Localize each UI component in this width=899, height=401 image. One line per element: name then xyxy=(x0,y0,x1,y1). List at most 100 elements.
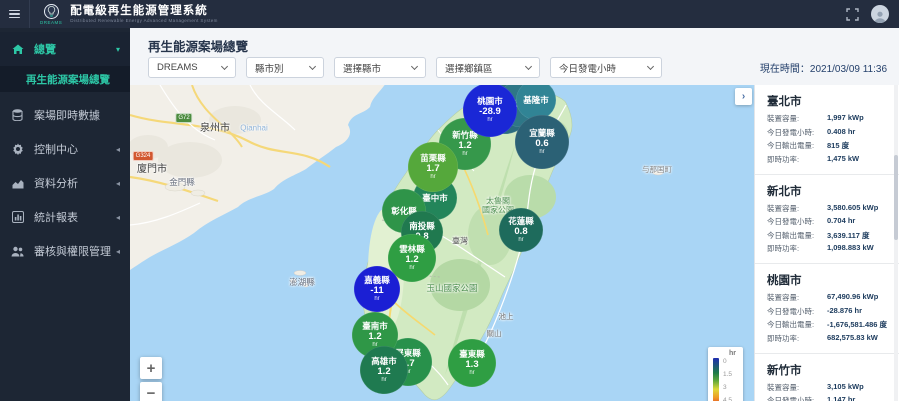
bubble-value: 1.2 xyxy=(377,366,390,377)
bubble-unit: hr xyxy=(469,370,474,377)
bubble-value: 1.3 xyxy=(465,359,478,370)
menu-toggle-icon[interactable] xyxy=(0,0,30,28)
stat-row-capacity: 裝置容量: 1,997 kWp xyxy=(767,113,885,124)
bubble-county-name: 嘉義縣 xyxy=(364,275,390,285)
chevron-down-icon xyxy=(221,62,228,69)
stat-row-capacity: 裝置容量: 3,580.605 kWp xyxy=(767,203,885,214)
lightbulb-logo-icon xyxy=(44,4,59,19)
county-bubble[interactable]: 宜蘭縣 0.6 hr xyxy=(515,115,569,169)
bubble-unit: hr xyxy=(518,237,523,244)
panel-scrollbar-thumb[interactable] xyxy=(894,155,898,240)
panel-scrollbar[interactable] xyxy=(894,85,898,401)
page-title: 再生能源案場總覽 xyxy=(148,36,248,55)
user-avatar[interactable] xyxy=(871,5,889,23)
city-name: 新北市 xyxy=(767,183,885,199)
sidebar-item-audit-permissions[interactable]: 審核與權限管理 ◂ xyxy=(0,234,130,268)
filter-dropdown-value: DREAMS xyxy=(157,62,198,73)
filter-bar: DREAMS 縣市別 選擇縣市 選擇鄉鎮區 今日發電小時 xyxy=(148,57,662,78)
bubble-county-name: 基隆市 xyxy=(523,95,549,105)
bubble-county-name: 臺東縣 xyxy=(459,349,485,359)
city-stats-card[interactable]: 桃園市 裝置容量: 67,490.96 kWp 今日發電小時: -28.876 … xyxy=(755,264,899,354)
top-header: DREAMS 配電級再生能源管理系統 Distributed Renewable… xyxy=(0,0,899,28)
filter-dropdown[interactable]: 今日發電小時 xyxy=(550,57,662,78)
legend-title: hr xyxy=(713,350,739,357)
chevron-down-icon xyxy=(309,62,316,69)
area-chart-icon xyxy=(10,178,25,189)
bubble-value: 1.2 xyxy=(405,254,418,265)
panel-collapse-button[interactable]: › xyxy=(735,88,752,105)
sidebar-item-label: 審核與權限管理 xyxy=(34,243,116,259)
county-bubble[interactable]: 高雄市 1.2 hr xyxy=(360,346,408,394)
bubble-value: 1.2 xyxy=(368,331,381,342)
sidebar-item-overview[interactable]: 總覽 ▾ xyxy=(0,32,130,66)
county-bubble[interactable]: 臺東縣 1.3 hr xyxy=(448,339,496,387)
database-icon xyxy=(10,109,25,121)
filter-dropdown[interactable]: 選擇縣市 xyxy=(334,57,426,78)
stat-row-output-energy: 今日輸出電量: 3,639.117 度 xyxy=(767,230,885,241)
bar-chart-icon xyxy=(10,211,25,223)
filter-dropdown[interactable]: 選擇鄉鎮區 xyxy=(436,57,540,78)
app-subtitle: Distributed Renewable Energy Advanced Ma… xyxy=(70,18,218,23)
city-card-list: 臺北市 裝置容量: 1,997 kWp 今日發電小時: 0.408 hr 今日輸… xyxy=(755,85,899,401)
chevron-down-icon xyxy=(411,62,418,69)
stat-row-realtime-power: 即時功率: 1,098.883 kW xyxy=(767,243,885,254)
users-icon xyxy=(10,246,25,257)
map-zoom-in-button[interactable]: + xyxy=(140,357,162,379)
sidebar-item-label: 統計報表 xyxy=(34,209,116,225)
sidebar-item-control-center[interactable]: 控制中心 ◂ xyxy=(0,132,130,166)
road-number-badge: G324 xyxy=(133,151,154,161)
road-number-badge: G72 xyxy=(175,113,192,123)
app-logo: DREAMS xyxy=(40,4,62,25)
city-name: 桃園市 xyxy=(767,272,885,288)
legend-gradient-bar xyxy=(713,358,719,401)
gear-icon xyxy=(10,143,25,155)
city-name: 新竹市 xyxy=(767,362,885,378)
stat-row-realtime-power: 即時功率: 1,475 kW xyxy=(767,154,885,165)
county-bubble[interactable]: 桃園市 -28.9 hr xyxy=(463,85,517,137)
filter-dropdown-value: 今日發電小時 xyxy=(559,61,616,75)
sidebar-item-statistics-report[interactable]: 統計報表 ◂ xyxy=(0,200,130,234)
city-stats-card[interactable]: 臺北市 裝置容量: 1,997 kWp 今日發電小時: 0.408 hr 今日輸… xyxy=(755,85,899,175)
sidebar-item-label: 案場即時數據 xyxy=(34,107,120,123)
map-zoom-out-button[interactable]: − xyxy=(140,382,162,401)
sidebar-item-label: 總覽 xyxy=(34,41,116,57)
sidebar-item-renewable-overview[interactable]: 再生能源案場總覽 xyxy=(0,66,130,92)
city-stats-card[interactable]: 新竹市 裝置容量: 3,105 kWp 今日發電小時: 1.147 hr 今日輸… xyxy=(755,354,899,401)
stat-row-capacity: 裝置容量: 67,490.96 kWp xyxy=(767,292,885,303)
bubble-unit: hr xyxy=(374,296,379,303)
stat-row-output-energy: 今日輸出電量: 815 度 xyxy=(767,140,885,151)
fullscreen-icon[interactable] xyxy=(846,8,859,21)
chevron-left-icon: ◂ xyxy=(116,247,120,256)
sidebar-item-realtime-data[interactable]: 案場即時數據 xyxy=(0,98,130,132)
county-bubble[interactable]: 嘉義縣 -11 hr xyxy=(354,266,400,312)
taiwan-map[interactable]: 新北市 臺北市 基隆市 xyxy=(130,85,754,401)
bubble-value: -28.9 xyxy=(479,106,501,117)
bubble-value: 0.8 xyxy=(514,226,527,237)
county-bubble[interactable]: 苗栗縣 1.7 hr xyxy=(408,142,458,192)
bubble-unit: hr xyxy=(430,174,435,181)
bubble-unit: hr xyxy=(462,151,467,158)
legend-ticks: 0 1.5 3 4.5 xyxy=(723,358,732,401)
sidebar-item-label: 控制中心 xyxy=(34,141,116,157)
city-stats-card[interactable]: 新北市 裝置容量: 3,580.605 kWp 今日發電小時: 0.704 hr… xyxy=(755,175,899,265)
county-bubble[interactable]: 花蓮縣 0.8 hr xyxy=(499,208,543,252)
bubble-county-name: 雲林縣 xyxy=(399,244,425,254)
filter-dropdown-value: 選擇鄉鎮區 xyxy=(445,61,493,75)
bubble-county-name: 桃園市 xyxy=(477,96,503,106)
chevron-left-icon: ◂ xyxy=(116,179,120,188)
bubble-county-name: 臺南市 xyxy=(362,321,388,331)
stat-row-output-energy: 今日輸出電量: -1,676,581.486 度 xyxy=(767,319,885,330)
bubble-unit: hr xyxy=(539,149,544,156)
sidebar-item-data-analysis[interactable]: 資料分析 ◂ xyxy=(0,166,130,200)
stat-row-realtime-power: 即時功率: 682,575.83 kW xyxy=(767,333,885,344)
app-title: 配電級再生能源管理系統 xyxy=(70,5,218,18)
chevron-left-icon: ◂ xyxy=(116,145,120,154)
filter-dropdown[interactable]: 縣市別 xyxy=(246,57,324,78)
logo-text: DREAMS xyxy=(40,20,62,25)
chevron-down-icon xyxy=(525,62,532,69)
stat-row-gen-hours: 今日發電小時: 0.408 hr xyxy=(767,127,885,138)
bubble-value: 1.7 xyxy=(426,163,439,174)
map-color-legend: hr 0 1.5 3 4.5 xyxy=(708,347,743,401)
filter-dropdown[interactable]: DREAMS xyxy=(148,57,236,78)
bubble-value: 1.2 xyxy=(458,140,471,151)
